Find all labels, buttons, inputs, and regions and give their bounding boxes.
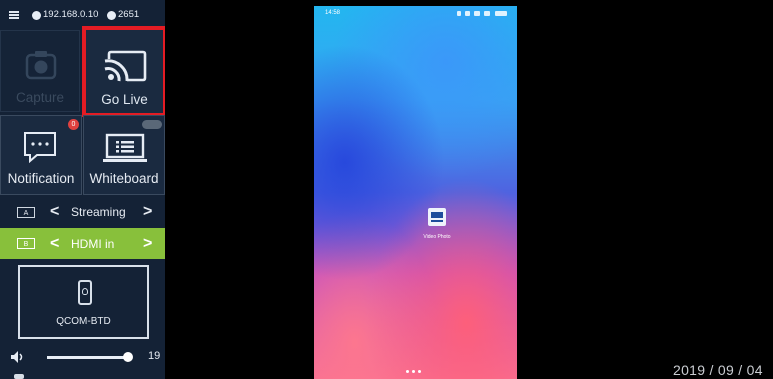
source-row-a: A < Streaming > [0, 196, 165, 229]
whiteboard-toggle[interactable] [142, 120, 162, 129]
go-live-button[interactable]: Go Live [82, 26, 165, 117]
next-source-chevron-icon[interactable]: > [143, 203, 152, 221]
camera-icon [25, 51, 57, 80]
source-key-a: A [17, 206, 35, 218]
phone-status-icons [457, 11, 507, 16]
port-status-icon [107, 11, 116, 20]
page-dot [412, 370, 415, 373]
port-number: 2651 [118, 9, 140, 20]
partial-row-icon [14, 374, 24, 379]
phone-icon [78, 280, 92, 305]
phone-status-time: 14:58 [325, 10, 341, 16]
app-label: Video Photo [423, 234, 451, 240]
network-status-icon [32, 11, 41, 20]
notification-label: Notification [7, 171, 75, 186]
page-dot [406, 370, 409, 373]
page-indicator [406, 370, 426, 374]
capture-label: Capture [15, 90, 65, 105]
volume-value: 19 [148, 350, 161, 362]
whiteboard-button[interactable]: Whiteboard [83, 115, 165, 195]
source-b-label: HDMI in [71, 236, 115, 251]
bluetooth-status-icon [465, 11, 470, 16]
volume-control: 19 [0, 346, 165, 368]
notification-badge: 0 [68, 119, 79, 130]
go-live-label: Go Live [101, 92, 148, 107]
video-photo-app-icon[interactable] [428, 208, 446, 226]
hamburger-menu-icon[interactable] [9, 11, 19, 19]
ip-address: 192.168.0.10 [43, 9, 99, 20]
mirrored-phone-screen: 14:58 Video Photo [314, 6, 517, 379]
battery-status-icon [495, 11, 507, 16]
notification-status-icon [457, 11, 461, 16]
source-row-b: B < HDMI in > [0, 228, 165, 259]
next-input-chevron-icon[interactable]: > [143, 235, 152, 253]
cast-icon [104, 50, 147, 82]
chat-bubble-icon [24, 132, 56, 163]
whiteboard-icon [103, 133, 147, 162]
video-datestamp: 2019 / 09 / 04 [673, 362, 763, 378]
control-panel: 192.168.0.10 2651 Capture Go Live 0 Noti… [0, 0, 165, 379]
previous-input-chevron-icon[interactable]: < [50, 235, 59, 253]
signal-status-icon [474, 11, 480, 16]
previous-source-chevron-icon[interactable]: < [50, 203, 59, 221]
wifi-status-icon [484, 11, 490, 16]
volume-slider-track[interactable] [47, 356, 128, 359]
connected-device-card[interactable]: QCOM-BTD [18, 265, 149, 339]
source-a-label: Streaming [71, 205, 126, 219]
capture-button[interactable]: Capture [0, 30, 80, 112]
source-key-b: B [17, 238, 35, 249]
notification-button[interactable]: 0 Notification [0, 115, 82, 195]
speaker-icon[interactable] [11, 351, 25, 363]
page-dot [418, 370, 421, 373]
device-name: QCOM-BTD [56, 316, 111, 327]
volume-slider-handle[interactable] [123, 352, 133, 362]
whiteboard-label: Whiteboard [89, 171, 159, 186]
